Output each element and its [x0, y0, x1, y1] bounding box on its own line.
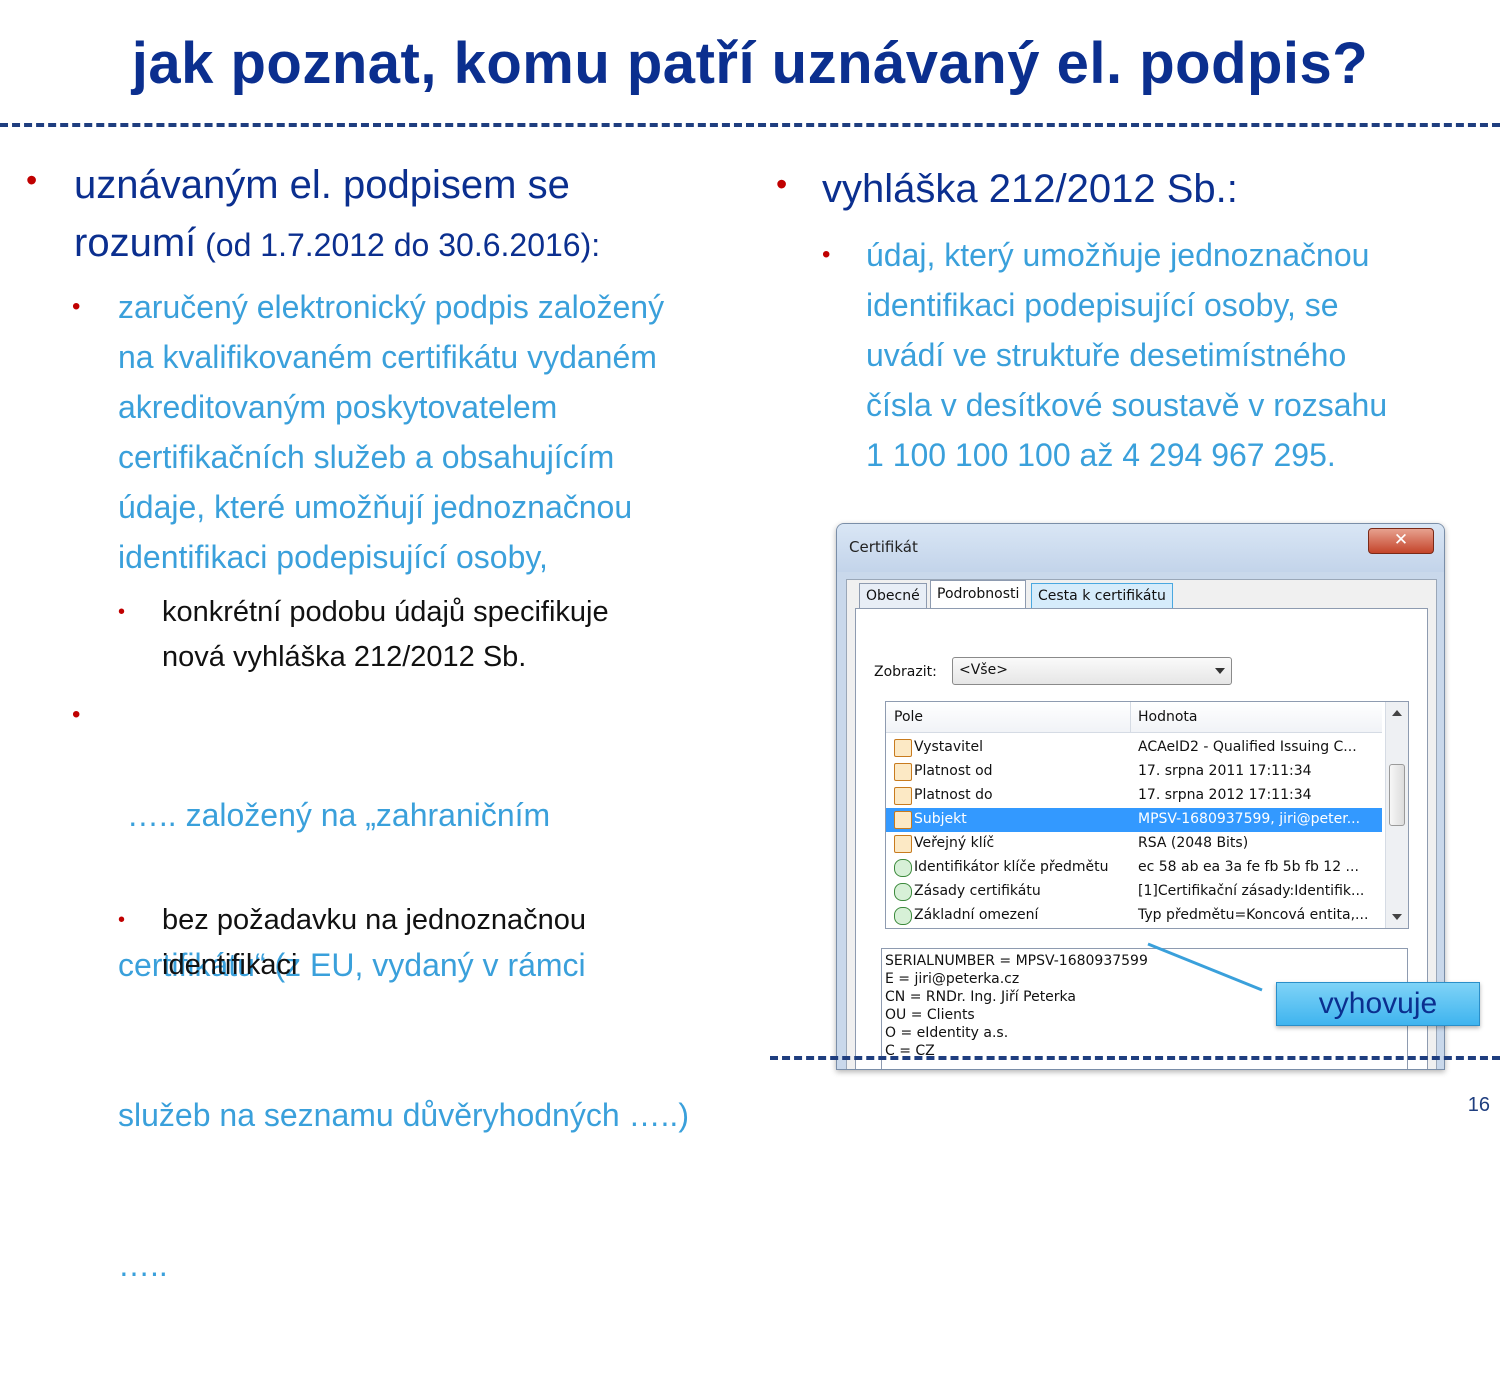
column-header-value[interactable]: Hodnota [1138, 709, 1198, 725]
row-field: Vystavitel [914, 739, 984, 755]
left-sub1-child: • konkrétní podobu údajů specifikuje nov… [118, 590, 758, 680]
bullet-dot: • [118, 909, 126, 931]
detail-line: O = eIdentity a.s. [885, 1025, 1009, 1041]
list-row[interactable]: Základní omezení Typ předmětu=Koncová ent… [886, 904, 1382, 928]
left-main-dates: (od 1.7.2012 do 30.6.2016): [196, 227, 601, 263]
certificate-field-icon [894, 835, 912, 853]
right-sub-line: údaj, který umožňuje jednoznačnou [866, 237, 1370, 273]
left-sub2-child: • bez požadavku na jednoznačnou identifi… [118, 898, 758, 988]
left-main-line1: uznávaným el. podpisem se [74, 163, 570, 207]
left-sub1-line: údaje, které umožňují jednoznačnou [118, 489, 633, 525]
top-divider [0, 123, 1500, 127]
detail-line: E = jiri@peterka.cz [885, 971, 1020, 987]
left-sub1-line: na kvalifikovaném certifikátu vydaném [118, 339, 657, 375]
left-sub2: • ….. založený na „zahraničním certifiká… [72, 690, 782, 1390]
row-value: MPSV-1680937599, jiri@peter... [1138, 811, 1361, 827]
bullet-dot: • [822, 241, 831, 268]
tab-details[interactable]: Podrobnosti [930, 580, 1027, 609]
left-sub1: • zaručený elektronický podpis založený … [72, 282, 782, 582]
list-row[interactable]: Platnost do 17. srpna 2012 17:11:34 [886, 784, 1382, 808]
extension-field-icon [894, 883, 912, 901]
left-sub2-line: služeb na seznamu důvěryhodných …..) [118, 1097, 689, 1133]
row-field: Zásady certifikátu [914, 883, 1041, 899]
slide-title: jak poznat, komu patří uznávaný el. podp… [131, 31, 1369, 96]
left-sub2-line: ….. [118, 1247, 168, 1283]
bullet-dot: • [72, 293, 81, 320]
tab-certification-path[interactable]: Cesta k certifikátu [1031, 583, 1173, 608]
list-row[interactable]: Identifikátor klíče předmětu ec 58 ab ea … [886, 856, 1382, 880]
row-value: RSA (2048 Bits) [1138, 835, 1249, 851]
left-sub2-child-line: bez požadavku na jednoznačnou [162, 904, 587, 936]
tab-general[interactable]: Obecné [859, 583, 927, 608]
page-number: 16 [1467, 1094, 1490, 1116]
close-icon[interactable]: ✕ [1368, 528, 1434, 554]
row-value: Typ předmětu=Koncová entita,... [1138, 907, 1369, 923]
list-row[interactable]: Platnost od 17. srpna 2011 17:11:34 [886, 760, 1382, 784]
left-main-rozumi: rozumí [74, 221, 197, 265]
certificate-field-icon [894, 763, 912, 781]
left-sub1-line: zaručený elektronický podpis založený [118, 289, 665, 325]
list-row[interactable]: Vystavitel ACAeID2 - Qualified Issuing C.… [886, 736, 1382, 760]
right-main-bullet: • vyhláška 212/2012 Sb.: [776, 160, 1496, 218]
detail-line: SERIALNUMBER = MPSV-1680937599 [885, 953, 1148, 969]
right-sub-line: uvádí ve struktuře desetimístného [866, 337, 1347, 373]
bullet-dot: • [776, 166, 788, 202]
row-field: Základní omezení [914, 907, 1039, 923]
row-field: Platnost do [914, 787, 993, 803]
left-main-line2: rozumí (od 1.7.2012 do 30.6.2016): [74, 214, 756, 274]
left-sub1-line: akreditovaným poskytovatelem [118, 389, 558, 425]
show-label: Zobrazit: [874, 664, 937, 680]
dialog-title: Certifikát [849, 538, 918, 556]
column-header-field[interactable]: Pole [894, 709, 923, 725]
fields-list[interactable]: Pole Hodnota Vystavitel ACAeID2 - Qualifi… [885, 701, 1409, 929]
row-value: 17. srpna 2011 17:11:34 [1138, 763, 1312, 779]
row-value: ec 58 ab ea 3a fe fb 5b fb 12 ... [1138, 859, 1359, 875]
dialog-titlebar: Certifikát ✕ [837, 524, 1444, 572]
row-field: Identifikátor klíče předmětu [914, 859, 1109, 875]
right-sub-line: identifikaci podepisující osoby, se [866, 287, 1339, 323]
left-sub1-child-line: konkrétní podobu údajů specifikuje [162, 596, 609, 628]
list-header: Pole Hodnota [886, 702, 1382, 733]
extension-field-icon [894, 859, 912, 877]
list-scrollbar[interactable] [1385, 702, 1408, 928]
row-value: [1]Certifikační zásady:Identifik... [1138, 883, 1365, 899]
scrollbar-thumb[interactable] [1389, 764, 1405, 826]
scroll-down-icon[interactable] [1392, 914, 1402, 920]
left-sub1-child-line: nová vyhláška 212/2012 Sb. [162, 641, 527, 673]
certificate-field-icon [894, 739, 912, 757]
column-separator [1130, 702, 1131, 732]
bottom-divider [770, 1056, 1500, 1060]
detail-line: CN = RNDr. Ing. Jiří Peterka [885, 989, 1076, 1005]
extension-field-icon [894, 907, 912, 925]
left-sub2-line: ….. založený na „zahraničním [118, 797, 551, 833]
left-main-bullet: • uznávaným el. podpisem se rozumí (od 1… [26, 156, 756, 274]
scroll-up-icon[interactable] [1392, 710, 1402, 716]
row-value: 17. srpna 2012 17:11:34 [1138, 787, 1312, 803]
left-sub1-line: certifikačních služeb a obsahujícím [118, 439, 615, 475]
right-sub-line: 1 100 100 100 až 4 294 967 295. [866, 437, 1336, 473]
certificate-field-icon [894, 811, 912, 829]
show-select-value: <Vše> [959, 662, 1008, 678]
show-select[interactable]: <Vše> [952, 657, 1232, 685]
bullet-dot: • [26, 162, 38, 198]
right-main-text: vyhláška 212/2012 Sb.: [822, 167, 1238, 211]
row-field: Veřejný klíč [914, 835, 995, 851]
list-row[interactable]: Veřejný klíč RSA (2048 Bits) [886, 832, 1382, 856]
callout-vyhovuje: vyhovuje [1276, 982, 1480, 1026]
right-sub-line: čísla v desítkové soustavě v rozsahu [866, 387, 1388, 423]
chevron-down-icon [1215, 668, 1225, 674]
right-sub: • údaj, který umožňuje jednoznačnou iden… [822, 230, 1500, 480]
row-value: ACAeID2 - Qualified Issuing C... [1138, 739, 1357, 755]
list-row[interactable]: Zásady certifikátu [1]Certifikační zásady… [886, 880, 1382, 904]
certificate-field-icon [894, 787, 912, 805]
row-field: Platnost od [914, 763, 993, 779]
list-row-selected[interactable]: Subjekt MPSV-1680937599, jiri@peter... [886, 808, 1382, 832]
left-sub1-line: identifikaci podepisující osoby, [118, 539, 548, 575]
left-sub2-child-line: identifikaci [162, 949, 298, 981]
detail-line: OU = Clients [885, 1007, 975, 1023]
row-field: Subjekt [914, 811, 967, 827]
bullet-dot: • [72, 701, 81, 728]
bullet-dot: • [118, 601, 126, 623]
